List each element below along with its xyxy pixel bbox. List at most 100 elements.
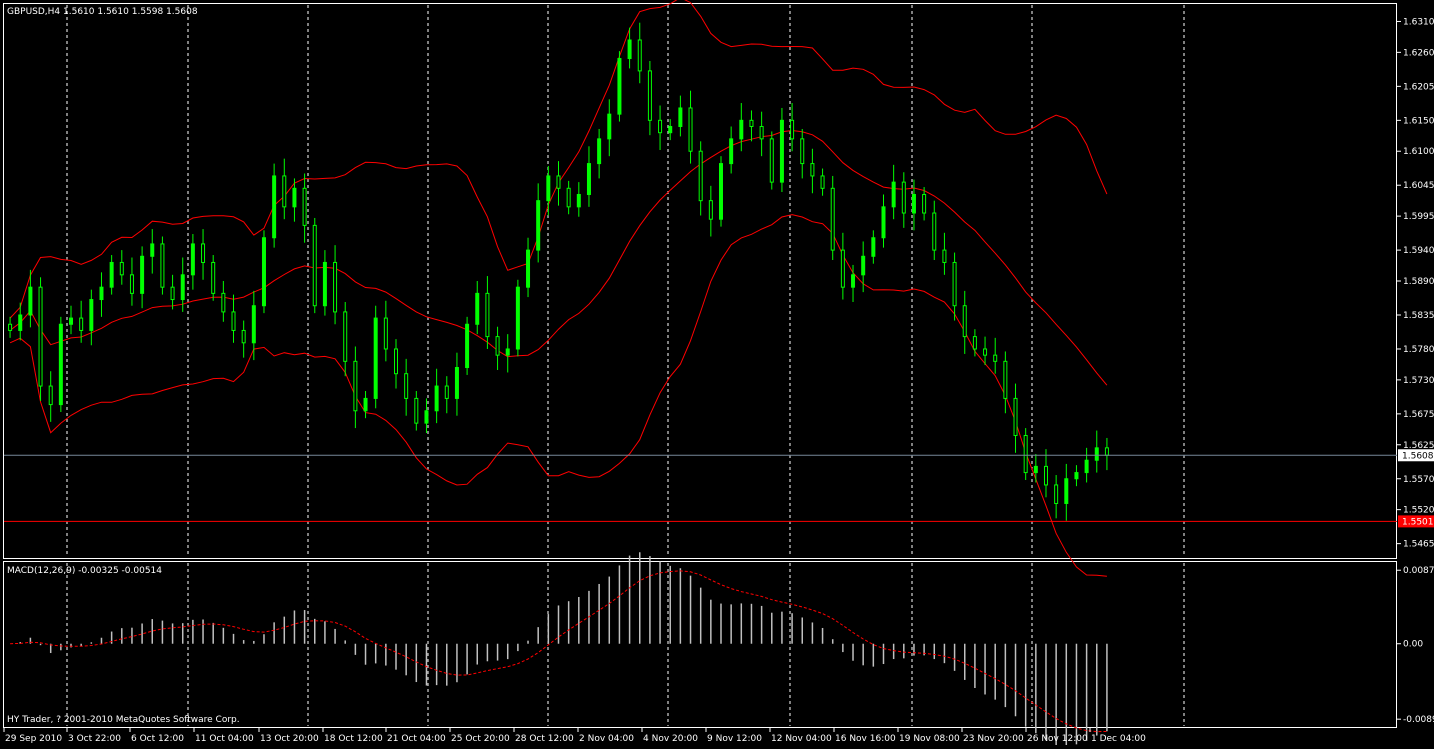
candle-body: [942, 249, 947, 263]
price-tick-label: 1.5625: [1403, 441, 1434, 451]
candle-body: [871, 237, 876, 257]
candle-body: [891, 181, 896, 208]
candlestick-series: [8, 22, 1109, 521]
candle-body: [18, 314, 23, 331]
candle-body: [373, 317, 378, 399]
candle-body: [272, 175, 277, 239]
candle-body: [454, 367, 459, 399]
price-tick-label: 1.6310: [1403, 17, 1434, 27]
price-tick-label: 1.5675: [1403, 410, 1434, 420]
candle-body: [414, 397, 419, 424]
candle-body: [901, 181, 906, 214]
time-tick-label: 12 Nov 04:00: [771, 734, 832, 744]
candle-body: [759, 126, 764, 140]
candle-body: [739, 119, 744, 140]
candle-body: [983, 348, 988, 356]
candle-body: [231, 311, 236, 331]
candle-body: [292, 187, 297, 208]
candle-body: [607, 113, 612, 140]
candle-body: [58, 323, 63, 406]
candle-body: [1084, 459, 1089, 474]
time-tick-label: 9 Nov 12:00: [707, 734, 762, 744]
candle-body: [556, 175, 561, 189]
price-tick-label: 1.5890: [1403, 277, 1434, 287]
candle-body: [688, 107, 693, 152]
candle-body: [851, 274, 856, 288]
time-tick-label: 1 Dec 04:00: [1091, 734, 1146, 744]
candle-body: [515, 286, 520, 350]
candle-body: [1003, 360, 1008, 399]
candle-body: [48, 385, 53, 406]
candle-body: [962, 305, 967, 338]
time-tick-label: 26 Nov 12:00: [1027, 734, 1088, 744]
time-tick-label: 13 Oct 20:00: [260, 734, 319, 744]
candle-body: [312, 224, 317, 307]
time-tick-label: 19 Nov 08:00: [899, 734, 960, 744]
time-tick-label: 6 Oct 12:00: [131, 734, 184, 744]
candle-body: [840, 249, 845, 288]
candle-body: [800, 138, 805, 165]
candle-body: [190, 243, 195, 276]
candle-body: [69, 317, 74, 325]
candle-body: [1043, 465, 1048, 486]
macd-axis: 0.0087 0.00 -0.00893: [1397, 566, 1434, 725]
candle-body: [546, 175, 551, 202]
candle-body: [932, 212, 937, 251]
candle-body: [820, 175, 825, 189]
macd-tick-label: 0.0087: [1403, 566, 1434, 576]
candle-body: [779, 119, 784, 183]
candle-body: [536, 200, 541, 251]
macd-signal-path: [10, 570, 1107, 733]
candle-body: [658, 119, 663, 134]
candle-body: [1013, 397, 1018, 436]
candle-body: [729, 138, 734, 165]
candle-body: [505, 348, 510, 356]
candle-body: [150, 243, 155, 257]
time-tick-label: 21 Oct 04:00: [387, 734, 446, 744]
macd-panel-frame: [3, 561, 1397, 728]
price-tick-label: 1.6045: [1403, 181, 1434, 191]
price-tick-label: 1.5465: [1403, 540, 1434, 550]
candle-body: [627, 39, 632, 60]
candle-body: [353, 360, 358, 412]
price-tick-label: 1.6100: [1403, 147, 1434, 157]
candle-body: [8, 323, 13, 331]
candle-body: [444, 385, 449, 399]
candle-body: [526, 249, 531, 288]
candle-body: [1033, 465, 1038, 474]
candle-body: [221, 292, 226, 313]
candle-body: [576, 193, 581, 208]
price-tick-label: 1.5835: [1403, 311, 1434, 321]
candle-body: [922, 193, 927, 214]
price-tick-label: 1.6260: [1403, 48, 1434, 58]
candle-body: [1064, 478, 1069, 504]
mt4-chart-window[interactable]: 1.6310 1.6260 1.6205 1.6150 1.6100 1.6045 1.59…: [0, 0, 1434, 746]
candle-body: [1074, 472, 1079, 480]
macd-label: MACD(12,26,9) -0.00325 -0.00514: [7, 566, 162, 576]
candle-body: [718, 163, 723, 220]
time-tick-label: 4 Nov 20:00: [643, 734, 698, 744]
candle-body: [952, 261, 957, 307]
macd-tick-label: 0.00: [1403, 640, 1423, 650]
candle-body: [99, 286, 104, 301]
price-tick-label: 1.6205: [1403, 82, 1434, 92]
candle-body: [475, 292, 480, 325]
price-axis: 1.6310 1.6260 1.6205 1.6150 1.6100 1.6045 1.59…: [1397, 17, 1434, 550]
candle-body: [363, 397, 368, 412]
candle-body: [211, 261, 216, 294]
candle-body: [28, 286, 33, 316]
candle-body: [89, 299, 94, 331]
candle-body: [708, 200, 713, 220]
candle-body: [160, 243, 165, 288]
price-chart[interactable]: 1.6310 1.6260 1.6205 1.6150 1.6100 1.6045 1.59…: [0, 0, 1434, 746]
candle-body: [302, 187, 307, 226]
time-tick-label: 3 Oct 22:00: [68, 734, 121, 744]
candle-body: [383, 317, 388, 350]
price-tick-label: 1.5940: [1403, 246, 1434, 256]
candle-body: [881, 206, 886, 239]
candle-body: [993, 354, 998, 362]
time-axis: 29 Sep 2010 3 Oct 22:00 6 Oct 12:00 11 Oct …: [3, 728, 1146, 744]
time-tick-label: 11 Oct 04:00: [195, 734, 254, 744]
candle-body: [566, 187, 571, 208]
candle-body: [637, 39, 642, 72]
